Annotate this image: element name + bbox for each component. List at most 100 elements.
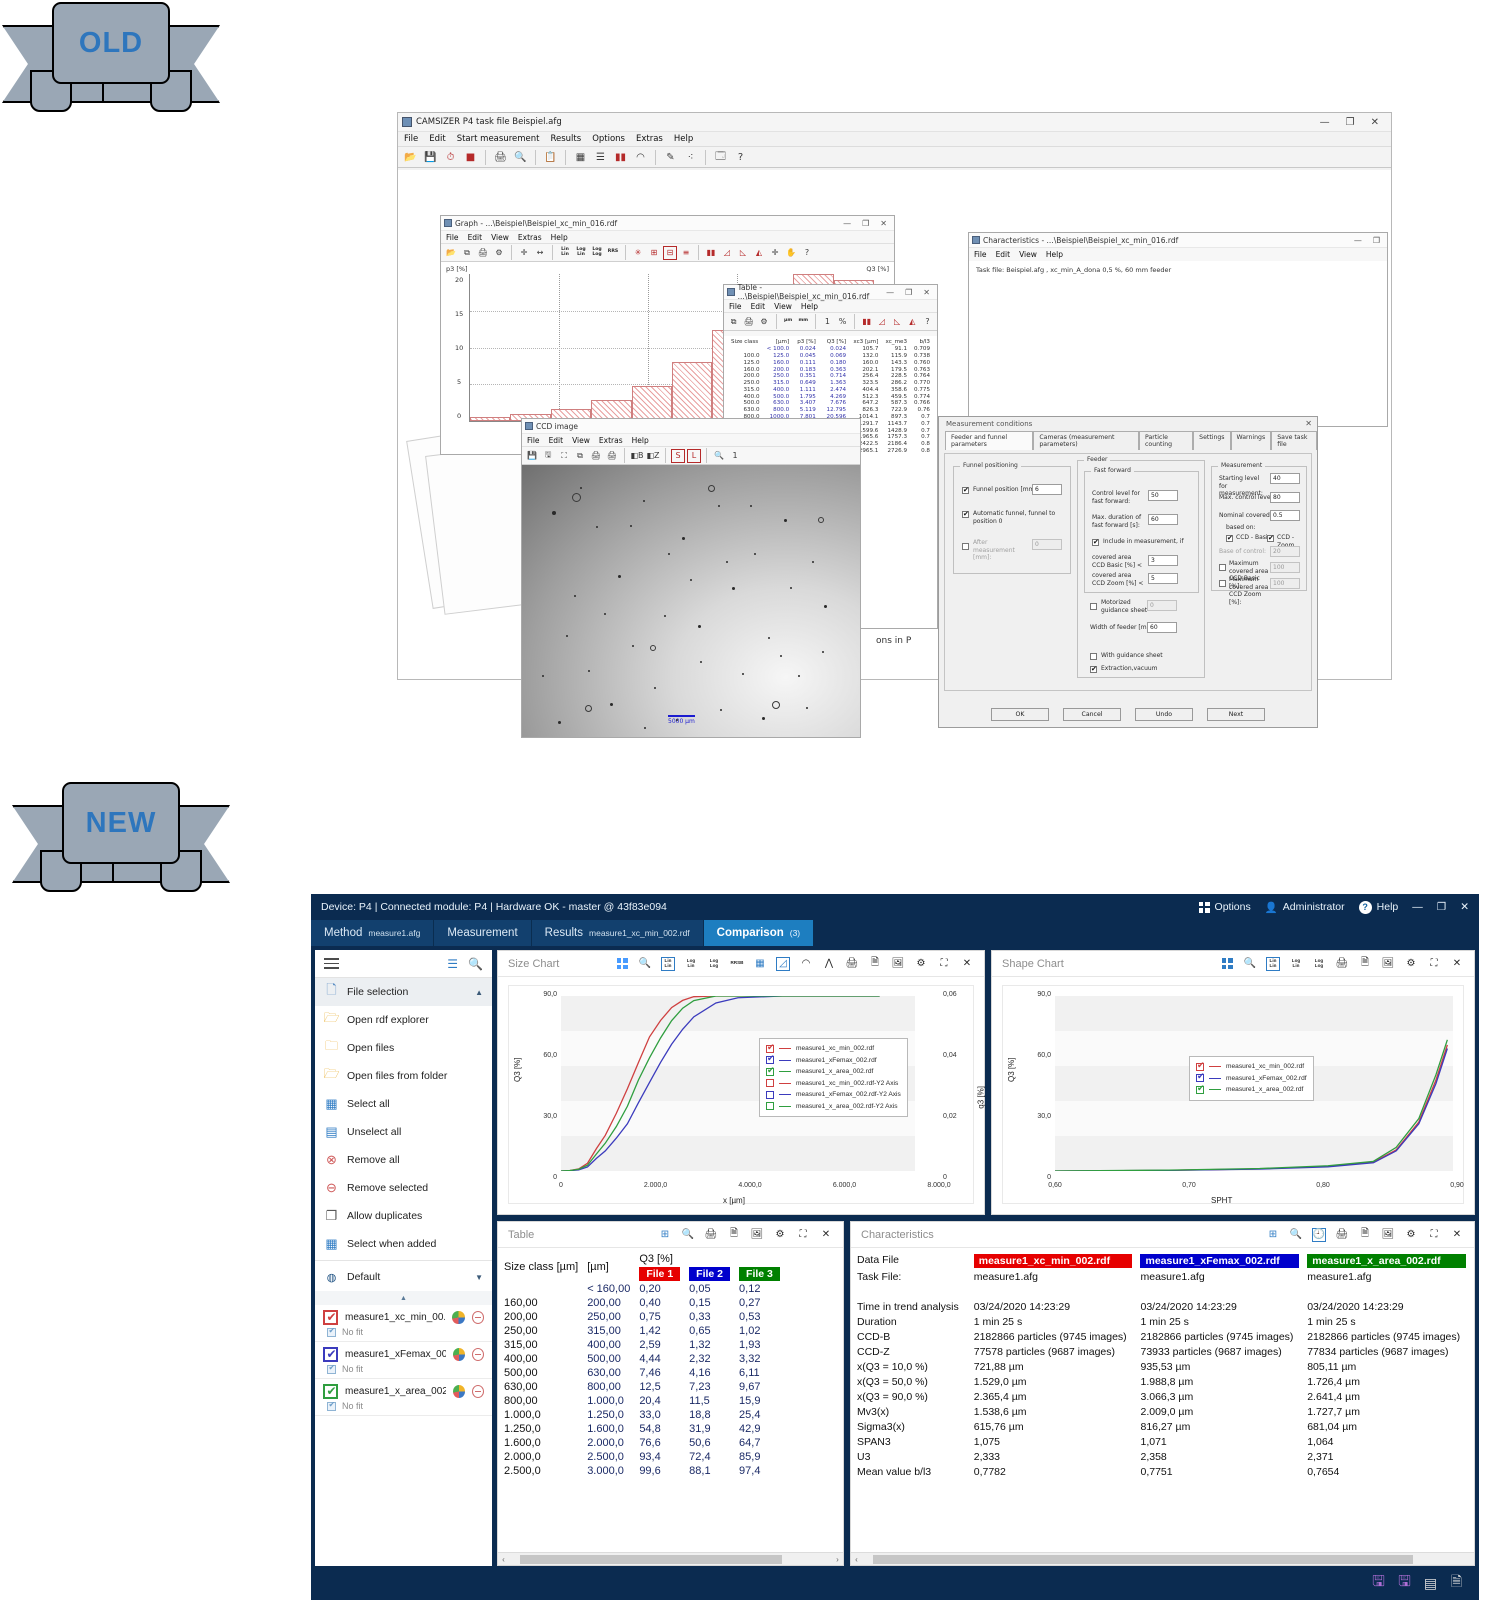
extraction-vacuum-checkbox[interactable] [1090, 665, 1097, 673]
menu-options[interactable]: Options [592, 134, 625, 144]
save-small-icon[interactable]: 🖫 [541, 449, 555, 463]
minimize-icon[interactable]: — [1320, 117, 1330, 128]
menu-edit[interactable]: Edit [751, 302, 766, 311]
nominal-covered-input[interactable]: 0.5 [1270, 510, 1300, 521]
minimize-icon[interactable]: — [1354, 236, 1362, 245]
legend-entry[interactable]: measure1_xFemax_002.rdf [766, 1053, 901, 1067]
print-icon[interactable]: 🖨 [1335, 1228, 1349, 1242]
fit-checkbox[interactable] [327, 1326, 336, 1337]
peak-icon[interactable]: ◭ [752, 246, 766, 260]
sidebar-file-list[interactable]: measure1_xc_min_00...No fitmeasure1_xFem… [315, 1305, 492, 1416]
percent-icon[interactable]: % [836, 315, 849, 329]
histogram-icon[interactable]: ▮▮ [860, 315, 873, 329]
rrsb-icon[interactable]: RRSB [730, 957, 744, 971]
menu-edit[interactable]: Edit [468, 233, 483, 242]
ok-button[interactable]: OK [991, 708, 1049, 721]
control-level-input[interactable]: 50 [1148, 490, 1178, 501]
with-guidance-checkbox[interactable] [1090, 653, 1097, 660]
tab-warnings[interactable]: Warnings [1230, 431, 1272, 450]
print-icon[interactable]: 🖨 [1335, 957, 1349, 971]
zoom-in-icon[interactable]: 🔍 [712, 449, 726, 463]
remove-icon[interactable] [471, 1311, 484, 1324]
save-icon[interactable]: 💾 [525, 449, 539, 463]
log-lin-icon[interactable]: Log Lin [1289, 957, 1303, 971]
include-in-measurement-checkbox[interactable] [1092, 538, 1099, 546]
print-icon[interactable]: 🖨 [476, 246, 490, 260]
close-icon[interactable]: ✕ [880, 219, 887, 228]
tiles-icon[interactable] [1220, 957, 1234, 971]
size-chart-toolbar[interactable]: 🔍 Lin Lin Log Lin Log Log RRSB ▦ ◿ ◠ ⋀ 🖨 🗎 … [615, 956, 974, 971]
legacy-toolbar[interactable]: 📂 💾 ⏱ ■ 🖨 🔍 📋 ▦ ☰ ▮▮ ◠ ✎ ⁖ 🗔 ? [398, 146, 1391, 168]
fullscreen-icon[interactable]: ⛶ [796, 1228, 810, 1242]
save-icon[interactable]: 💾 [422, 149, 439, 166]
marker2-icon[interactable]: ⊞ [647, 246, 661, 260]
legacy-window-buttons[interactable]: — ❐ ✕ [1320, 117, 1387, 128]
fit-checkbox[interactable] [327, 1400, 336, 1411]
print2-icon[interactable]: 🖨 [605, 449, 619, 463]
max-duration-input[interactable]: 60 [1148, 514, 1178, 525]
after-measurement-checkbox[interactable] [962, 543, 969, 550]
help-icon[interactable]: ? [921, 315, 934, 329]
crosshair-icon[interactable]: ✛ [768, 246, 782, 260]
graph-toolbar[interactable]: 📂 ⧉ 🖨 ⚙ ✛ ↔ Lin Lin Log Lin Log Log RRS ✳ ⊞… [441, 243, 894, 262]
maximize-icon[interactable]: ❐ [1373, 236, 1380, 245]
legend-checkbox[interactable] [766, 1090, 774, 1099]
maximize-icon[interactable]: ❐ [1346, 117, 1355, 128]
minimize-icon[interactable]: — [843, 219, 851, 228]
copy-icon[interactable]: ⧉ [727, 315, 740, 329]
image-icon[interactable]: 🖼 [891, 957, 905, 971]
close-icon[interactable]: ✕ [1371, 117, 1379, 128]
legend-entry[interactable]: measure1_xc_min_002.rdf [766, 1042, 901, 1055]
search-icon[interactable]: 🔍 [468, 957, 483, 971]
time-icon[interactable]: 🕘 [1312, 1227, 1326, 1242]
legend-checkbox[interactable] [766, 1102, 774, 1111]
tab-settings[interactable]: Settings [1193, 431, 1231, 450]
cumulative-icon[interactable]: ◿ [875, 315, 888, 329]
sidebar-collapse-handle[interactable]: ▲ [315, 1291, 492, 1305]
main-tabs[interactable]: Method measure1.afg Measurement Results … [311, 920, 815, 946]
zoom-value[interactable]: 1 [728, 449, 742, 463]
after-measurement-input[interactable]: 0 [1032, 539, 1062, 550]
menu-help[interactable]: Help [1046, 250, 1063, 259]
chevron-down-icon[interactable]: ▼ [475, 1273, 483, 1282]
cancel-button[interactable]: Cancel [1063, 708, 1121, 721]
characteristics-horizontal-scrollbar[interactable]: ‹ [851, 1552, 1474, 1565]
columns-icon[interactable]: ⊞ [1266, 1228, 1280, 1242]
settings-icon[interactable]: ⚙ [1404, 1228, 1418, 1242]
legend-checkbox[interactable] [1196, 1071, 1205, 1083]
menu-view[interactable]: View [774, 302, 792, 311]
motorized-guidance-checkbox[interactable] [1090, 603, 1097, 610]
table-icon[interactable]: ▦ [572, 149, 589, 166]
bar-chart-icon[interactable]: ▮▮ [612, 149, 629, 166]
file-checkbox[interactable] [323, 1384, 338, 1399]
marker1-icon[interactable]: ✳ [631, 246, 645, 260]
image-icon[interactable]: 🖼 [1381, 1228, 1395, 1242]
tab-method[interactable]: Method measure1.afg [311, 920, 435, 946]
chevron-up-icon[interactable]: ▲ [475, 988, 483, 997]
close-icon[interactable]: ✕ [960, 957, 974, 971]
sidebar-item-select-when-added[interactable]: ▦ Select when added [315, 1230, 492, 1258]
ccd-zoom-checkbox[interactable] [1267, 534, 1274, 542]
maximize-icon[interactable]: ❐ [905, 288, 912, 297]
ccd-basic-checkbox[interactable] [1226, 534, 1233, 542]
characteristics-toolbar[interactable]: ⊞ 🔍 🕘 🖨 🗎 🖼 ⚙ ⛶ ✕ [1266, 1227, 1464, 1242]
columns-icon[interactable]: ⊞ [658, 1228, 672, 1242]
scrollbar-thumb[interactable] [520, 1554, 782, 1564]
char-menubar[interactable]: File Edit View Help [969, 248, 1387, 260]
ccd-toolbar[interactable]: 💾 🖫 ⛶ ⧉ 🖨 🖨 ◧B ◧Z S L 🔍 1 [522, 446, 860, 465]
close-icon[interactable]: ✕ [819, 1228, 833, 1242]
fit-checkbox[interactable] [327, 1363, 336, 1374]
image-icon[interactable]: 🖼 [1381, 957, 1395, 971]
density-icon[interactable]: ◺ [736, 246, 750, 260]
legend-entry[interactable]: measure1_xc_min_002.rdf [1196, 1060, 1307, 1073]
print-preview-icon[interactable]: 🔍 [512, 149, 529, 166]
base-of-control-input[interactable]: 20 [1270, 546, 1300, 557]
menu-file[interactable]: File [974, 250, 987, 259]
zoom-icon[interactable]: 🔍 [1289, 1228, 1303, 1242]
menu-view[interactable]: View [1019, 250, 1037, 259]
sidebar-item-open-files[interactable]: 🗀 Open files [315, 1034, 492, 1062]
zoom-icon[interactable]: 🔍 [1243, 957, 1257, 971]
menu-edit[interactable]: Edit [996, 250, 1011, 259]
copy-icon[interactable]: ⧉ [573, 449, 587, 463]
menu-file[interactable]: File [527, 436, 540, 445]
